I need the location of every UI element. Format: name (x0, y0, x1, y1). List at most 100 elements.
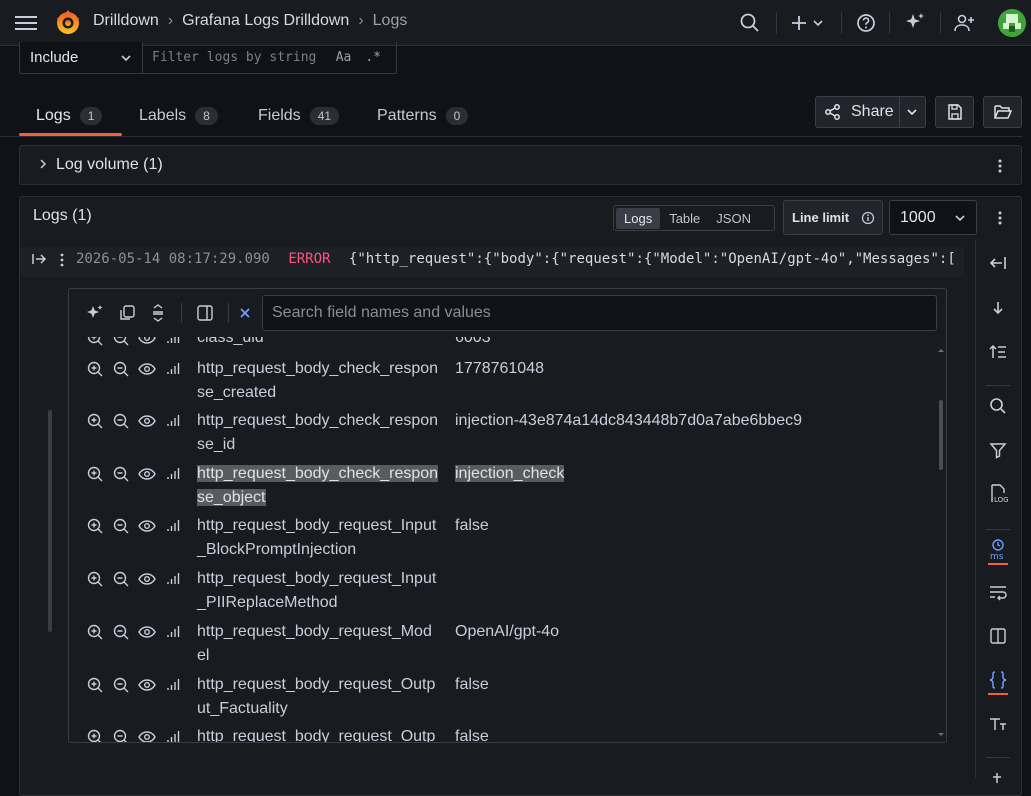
open-folder-button[interactable] (983, 96, 1022, 128)
zoom-out-icon[interactable] (112, 360, 130, 378)
stats-icon[interactable] (164, 570, 182, 588)
collapse-details-icon[interactable] (31, 252, 47, 266)
tab-labels[interactable]: Labels 8 (139, 96, 218, 136)
tab-patterns[interactable]: Patterns 0 (377, 96, 469, 136)
stats-icon[interactable] (164, 337, 182, 347)
zoom-out-icon[interactable] (112, 676, 130, 694)
search-icon[interactable] (739, 12, 761, 34)
zoom-out-icon[interactable] (112, 412, 130, 430)
chevron-down-icon[interactable] (906, 106, 918, 118)
stats-icon[interactable] (164, 465, 182, 483)
zoom-in-icon[interactable] (86, 676, 104, 694)
search-fields-input[interactable]: Search field names and values (262, 295, 937, 331)
eye-icon[interactable] (138, 465, 156, 483)
zoom-in-icon[interactable] (86, 360, 104, 378)
stats-icon[interactable] (164, 728, 182, 742)
close-icon[interactable] (238, 306, 252, 320)
stats-icon[interactable] (164, 412, 182, 430)
sidebar-layout-icon[interactable] (196, 304, 214, 322)
ai-explain-icon[interactable] (85, 303, 105, 323)
search-icon[interactable] (986, 394, 1010, 418)
invite-user-icon[interactable] (953, 12, 975, 34)
eye-icon[interactable] (138, 517, 156, 535)
add-new-button[interactable] (790, 13, 826, 33)
log-line-menu-icon[interactable] (58, 252, 66, 268)
include-select[interactable]: Include (19, 42, 143, 74)
divider (181, 303, 182, 323)
filter-icon[interactable] (986, 438, 1010, 462)
eye-icon[interactable] (138, 728, 156, 742)
zoom-in-icon[interactable] (86, 337, 104, 347)
filter-string-input[interactable]: Filter logs by string Aa .* (142, 42, 397, 74)
eye-icon[interactable] (138, 360, 156, 378)
font-size-icon[interactable] (986, 712, 1010, 736)
zoom-in-icon[interactable] (86, 517, 104, 535)
save-button[interactable] (935, 96, 974, 128)
view-mode-table[interactable]: Table (662, 208, 707, 229)
eye-icon[interactable] (138, 623, 156, 641)
field-actions (86, 676, 182, 694)
stats-icon[interactable] (164, 676, 182, 694)
line-limit-label-box: Line limit (783, 200, 883, 235)
view-mode-json[interactable]: JSON (709, 208, 758, 229)
log-line[interactable]: 2026-05-14 08:17:29.090 ERROR {"http_req… (76, 251, 964, 271)
regex-toggle[interactable]: .* (365, 50, 381, 65)
info-icon[interactable] (861, 211, 875, 225)
copy-icon[interactable] (118, 304, 136, 322)
case-sensitive-toggle[interactable]: Aa (336, 50, 352, 65)
collapse-left-icon[interactable] (986, 251, 1010, 275)
zoom-out-icon[interactable] (112, 337, 130, 347)
wrap-lines-icon[interactable] (986, 580, 1010, 604)
zoom-in-icon[interactable] (86, 570, 104, 588)
grafana-logo-icon[interactable] (54, 9, 82, 37)
breadcrumb-current: Logs (372, 12, 408, 29)
zoom-in-icon[interactable] (86, 623, 104, 641)
breadcrumb-drilldown[interactable]: Drilldown (93, 12, 159, 30)
help-icon[interactable] (855, 12, 877, 34)
zoom-in-icon[interactable] (86, 465, 104, 483)
eye-icon[interactable] (138, 676, 156, 694)
avatar[interactable] (998, 9, 1026, 37)
more-tools-icon[interactable] (986, 764, 1010, 788)
field-actions (86, 360, 182, 378)
eye-icon[interactable] (138, 337, 156, 347)
log-message: {"http_request":{"body":{"request":{"Mod… (348, 251, 956, 267)
zoom-out-icon[interactable] (112, 570, 130, 588)
fields-list: class_uid 6003 http_request_body_check_res… (69, 337, 934, 742)
view-mode-logs[interactable]: Logs (616, 207, 661, 229)
zoom-out-icon[interactable] (112, 517, 130, 535)
eye-icon[interactable] (138, 412, 156, 430)
log-levels-icon[interactable]: LOG (986, 482, 1010, 506)
zoom-out-icon[interactable] (112, 623, 130, 641)
zoom-in-icon[interactable] (86, 412, 104, 430)
arrow-down-icon[interactable] (986, 296, 1010, 320)
eye-icon[interactable] (138, 570, 156, 588)
breadcrumb-logs-drilldown[interactable]: Grafana Logs Drilldown (182, 12, 349, 30)
zoom-out-icon[interactable] (112, 728, 130, 742)
stats-icon[interactable] (164, 360, 182, 378)
json-format-icon[interactable] (986, 668, 1010, 692)
log-volume-panel[interactable]: Log volume (1) (19, 145, 1022, 185)
field-row: http_request_body_request_Model OpenAI/gp… (69, 620, 934, 672)
more-options-icon[interactable] (996, 209, 1004, 227)
menu-icon[interactable] (14, 13, 38, 33)
stats-icon[interactable] (164, 517, 182, 535)
zoom-in-icon[interactable] (86, 728, 104, 742)
ai-assistant-icon[interactable] (903, 11, 927, 35)
tab-logs[interactable]: Logs 1 (36, 96, 103, 136)
scrollbar[interactable] (48, 410, 52, 632)
chevron-right-icon[interactable] (38, 158, 48, 170)
log-volume-title: Log volume (1) (56, 156, 163, 173)
sort-order-icon[interactable] (986, 340, 1010, 364)
tab-fields[interactable]: Fields 41 (258, 96, 340, 136)
zoom-out-icon[interactable] (112, 465, 130, 483)
more-options-icon[interactable] (996, 157, 1004, 175)
share-button[interactable]: Share (815, 96, 926, 128)
timestamp-ms-icon[interactable]: ms (986, 538, 1010, 562)
split-view-icon[interactable] (986, 624, 1010, 648)
expand-collapse-icon[interactable] (149, 303, 167, 323)
details-scrollbar[interactable] (937, 347, 945, 739)
tab-patterns-count: 0 (445, 107, 469, 125)
stats-icon[interactable] (164, 623, 182, 641)
line-limit-select[interactable]: 1000 (889, 200, 977, 235)
